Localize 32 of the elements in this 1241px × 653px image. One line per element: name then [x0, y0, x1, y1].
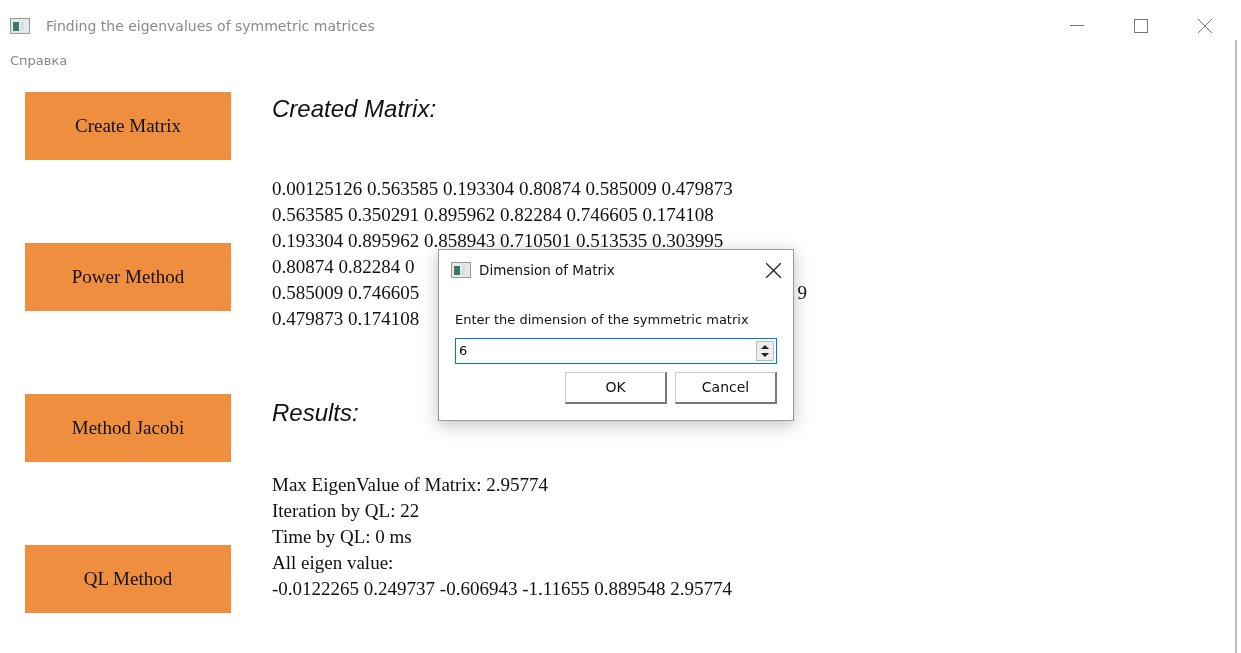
matrix-row-text: 0.563585 0.350291 0.895962 0.82284 0.746605 0.174108 — [272, 203, 714, 227]
app-icon — [10, 18, 30, 34]
app-icon — [451, 262, 471, 278]
dialog-button[interactable]: OK — [565, 371, 667, 404]
result-line: Max EigenValue of Matrix: 2.95774 — [272, 474, 548, 495]
maximize-icon — [1134, 19, 1148, 33]
matrix-row-text: 0.585009 0.746605 — [272, 281, 420, 305]
matrix-row-text: 0.193304 0.895962 0.858943 0.710501 0.513535 0.303995 — [272, 229, 724, 253]
prompt-text: Enter the dimension of the symmetric matrix — [455, 311, 750, 329]
dialog-button[interactable]: Cancel — [675, 371, 777, 404]
number-field[interactable]: 6 — [455, 337, 777, 364]
window-title: Finding the eigenvalues of symmetric matrices — [46, 16, 375, 36]
minimize-icon — [1070, 25, 1084, 27]
menu-item[interactable]: Справка — [0, 52, 78, 70]
section-heading: Results: — [272, 398, 359, 428]
close-icon — [1198, 19, 1212, 33]
matrix-row-text: 0.80874 0.82284 0 — [272, 255, 415, 279]
action-button[interactable]: QL Method — [25, 545, 231, 613]
action-button[interactable]: Method Jacobi — [25, 394, 231, 462]
result-line: -0.0122265 0.249737 -0.606943 -1.11655 0.889548 2.95774 — [272, 578, 733, 599]
spin-arrows-icon[interactable] — [756, 340, 774, 361]
action-button[interactable]: Create Matrix — [25, 92, 231, 160]
dialog-title: Dimension of Matrix — [479, 260, 615, 280]
result-line: Time by QL: 0 ms — [272, 526, 412, 547]
matrix-row-text: 0.479873 0.174108 — [272, 307, 420, 331]
result-line: All eigen value: — [272, 552, 394, 573]
close-icon — [765, 262, 781, 278]
result-line: Iteration by QL: 22 — [272, 500, 420, 521]
matrix-row-text: 0.00125126 0.563585 0.193304 0.80874 0.585009 0.479873 — [272, 177, 733, 201]
section-heading: Created Matrix: — [272, 94, 437, 124]
matrix-row-fragment: 9 — [797, 281, 807, 305]
action-button[interactable]: Power Method — [25, 243, 231, 311]
